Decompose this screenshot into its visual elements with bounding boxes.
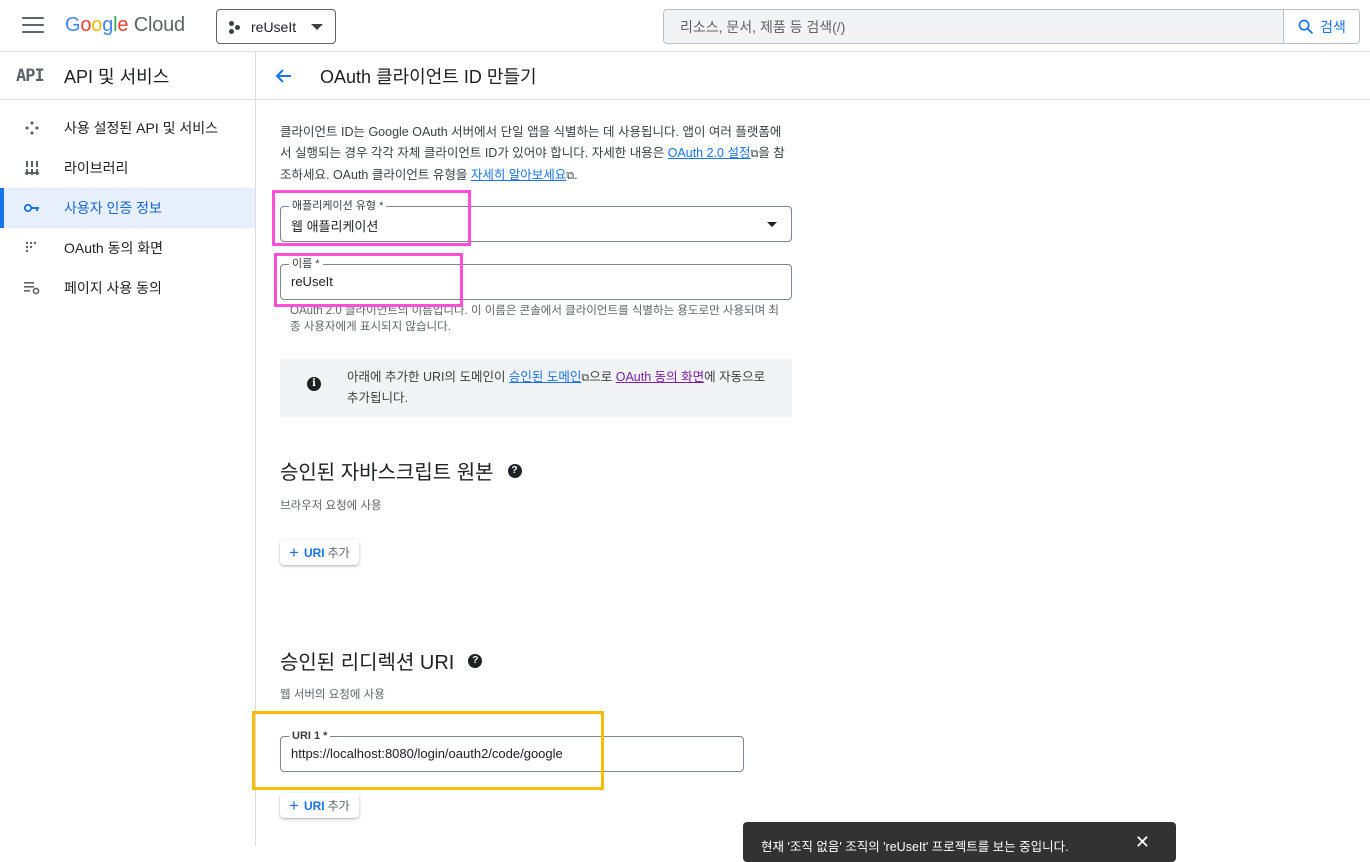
chevron-down-icon <box>311 23 323 30</box>
sidebar-item-label: 사용자 인증 정보 <box>64 200 162 216</box>
sidebar-nav: 사용 설정된 API 및 서비스 라이브러리 사용자 인증 정보 OAuth 동… <box>0 100 255 308</box>
sidebar-item-label: OAuth 동의 화면 <box>64 240 163 256</box>
info-box: i 아래에 추가한 URI의 도메인이 승인된 도메인⧉으로 OAuth 동의 … <box>280 359 792 417</box>
uri1-value: https://localhost:8080/login/oauth2/code… <box>291 746 563 761</box>
sidebar-item-enabled-apis[interactable]: 사용 설정된 API 및 서비스 <box>0 108 255 148</box>
name-value: reUseIt <box>291 274 333 289</box>
name-field[interactable]: 이름 * reUseIt <box>280 257 792 300</box>
project-name: reUseIt <box>251 18 297 35</box>
application-type-label: 애플리케이션 유형 * <box>289 199 387 213</box>
main-menu-icon[interactable] <box>22 17 44 35</box>
search-bar: 검색 <box>663 9 1360 44</box>
help-icon[interactable]: ? <box>507 463 522 478</box>
project-picker-button[interactable]: reUseIt <box>216 9 336 44</box>
top-bar: Google Cloud reUseIt 검색 <box>0 0 1370 52</box>
snackbar: 현재 '조직 없음' 조직의 'reUseIt' 프로젝트를 보는 중입니다. … <box>743 822 1176 862</box>
key-icon <box>24 200 40 216</box>
help-icon[interactable]: ? <box>468 653 483 668</box>
page-title: OAuth 클라이언트 ID 만들기 <box>320 66 537 87</box>
plus-icon: + <box>289 796 299 815</box>
api-logo: API <box>16 65 45 86</box>
info-icon: i <box>307 377 321 391</box>
project-icon <box>229 20 241 34</box>
application-type-value: 웹 애플리케이션 <box>291 219 379 234</box>
uri1-label: URI 1 * <box>289 729 331 743</box>
application-type-select[interactable]: 애플리케이션 유형 * 웹 애플리케이션 <box>280 199 792 242</box>
name-hint: OAuth 2.0 클라이언트의 이름입니다. 이 이름은 콘솔에서 클라이언트… <box>290 305 779 333</box>
js-origins-subtitle: 브라우저 요청에 사용 <box>280 500 382 512</box>
search-button-label: 검색 <box>1320 18 1346 35</box>
sidebar-item-library[interactable]: 라이브러리 <box>0 148 255 188</box>
add-redirect-uri-button[interactable]: + URI 추가 <box>280 793 359 818</box>
search-icon <box>1298 19 1313 34</box>
google-cloud-logo[interactable]: Google Cloud <box>65 14 185 37</box>
learn-more-link[interactable]: 자세히 알아보세요 <box>471 168 566 182</box>
search-button[interactable]: 검색 <box>1283 10 1359 43</box>
name-label: 이름 * <box>289 257 323 271</box>
plus-icon: + <box>289 543 299 562</box>
close-icon[interactable]: ✕ <box>1135 832 1150 853</box>
sidebar-item-label: 사용 설정된 API 및 서비스 <box>64 120 219 136</box>
js-origins-title: 승인된 자바스크립트 원본 ? <box>280 456 522 485</box>
back-arrow-icon[interactable] <box>274 66 294 86</box>
info-text: 아래에 추가한 URI의 도메인이 승인된 도메인⧉으로 OAuth 동의 화면… <box>347 370 766 405</box>
diamond-move-icon <box>24 120 40 136</box>
sidebar-item-label: 라이브러리 <box>64 160 129 176</box>
oauth-dots-icon <box>24 240 40 256</box>
oauth-consent-link[interactable]: OAuth 동의 화면 <box>616 370 704 384</box>
description: 클라이언트 ID는 Google OAuth 서버에서 단일 앱을 식별하는 데… <box>280 125 785 182</box>
sidebar-item-page-usage[interactable]: 페이지 사용 동의 <box>0 268 255 308</box>
sidebar-title: API 및 서비스 <box>64 66 170 87</box>
add-js-origin-button[interactable]: + URI 추가 <box>280 540 359 565</box>
redirect-uris-subtitle: 웹 서버의 요청에 사용 <box>280 689 385 701</box>
sidebar: API API 및 서비스 사용 설정된 API 및 서비스 라이브러리 사용자… <box>0 52 256 846</box>
page-header: OAuth 클라이언트 ID 만들기 <box>256 52 1370 100</box>
external-link-icon: ⧉ <box>566 170 575 182</box>
search-input[interactable] <box>664 10 1283 43</box>
snackbar-text: 현재 '조직 없음' 조직의 'reUseIt' 프로젝트를 보는 중입니다. <box>761 840 1069 854</box>
sidebar-header: API API 및 서비스 <box>0 52 255 100</box>
library-icon <box>24 160 40 176</box>
oauth-settings-link[interactable]: OAuth 2.0 설정 <box>668 146 751 160</box>
redirect-uris-title: 승인된 리디렉션 URI ? <box>280 646 483 675</box>
sidebar-item-label: 페이지 사용 동의 <box>64 280 162 296</box>
sidebar-item-oauth-consent[interactable]: OAuth 동의 화면 <box>0 228 255 268</box>
dropdown-arrow-icon <box>767 222 777 227</box>
sidebar-item-credentials[interactable]: 사용자 인증 정보 <box>0 188 255 228</box>
uri1-field[interactable]: URI 1 * https://localhost:8080/login/oau… <box>280 729 744 772</box>
settings-list-icon <box>24 280 40 296</box>
authorized-domain-link[interactable]: 승인된 도메인 <box>509 370 581 384</box>
